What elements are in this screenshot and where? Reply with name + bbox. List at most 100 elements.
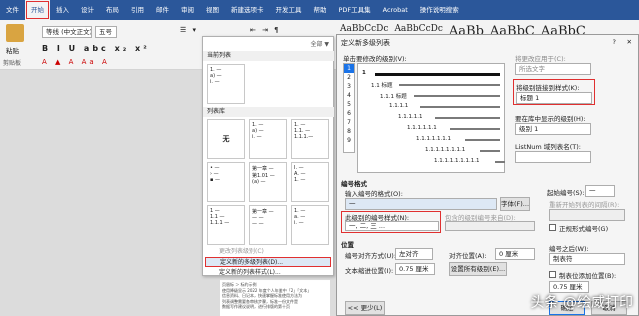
preview-label: 1.1.1.1.1.1 xyxy=(407,125,437,131)
current-list-header: 当前列表 xyxy=(203,51,334,61)
preview-line xyxy=(375,73,500,76)
tab-add-checkbox[interactable] xyxy=(549,271,556,278)
list-style-2[interactable]: 1. — a) — i. — xyxy=(249,119,287,159)
level-list[interactable]: 123456789 xyxy=(343,63,355,153)
bullets-icon[interactable]: ☰ ▾ xyxy=(180,26,198,34)
multilevel-list-menu: 全部 ▼ 当前列表 1. — a) — i. — 列表库 无 1. — a) — i. … xyxy=(202,36,334,276)
indent-icons[interactable]: ⇤ ⇥ ¶ xyxy=(250,26,281,34)
ribbon-tab[interactable]: 新建选项卡 xyxy=(225,0,270,20)
preview-label: 1.1.1.1 xyxy=(389,103,409,109)
level-item[interactable]: 8 xyxy=(344,127,354,136)
preview-label: 1 xyxy=(362,70,366,76)
aligned-at-field[interactable]: 0 厘米 xyxy=(495,248,535,260)
less-button[interactable]: << 更少(L) xyxy=(345,301,385,315)
link-style-label: 将级别链接到样式(K): xyxy=(516,84,580,92)
restart-select[interactable] xyxy=(549,209,625,221)
ribbon-tab[interactable]: 开发工具 xyxy=(270,0,308,20)
current-list-thumb[interactable]: 1. — a) — i. — xyxy=(207,64,245,104)
list-style-8[interactable]: 第一章 — — — — — xyxy=(249,205,287,245)
change-level-item[interactable]: 更改列表级别(C) xyxy=(205,247,331,257)
define-new-list-style-item[interactable]: 定义新的列表样式(L)... xyxy=(205,268,331,278)
number-style-select[interactable]: 一, 二, 三 ... xyxy=(345,221,439,231)
list-style-5[interactable]: 第一章 — 第1.01 — (a) — xyxy=(249,162,287,202)
document-line: 数据写作建议说明，进行排版的第十页 xyxy=(222,304,290,309)
level-item[interactable]: 3 xyxy=(344,82,354,91)
tab-add-label: 制表位添加位置(B): xyxy=(559,272,617,280)
font-color-buttons[interactable]: A ▲ A Aa A xyxy=(42,58,110,66)
list-none[interactable]: 无 xyxy=(207,119,245,159)
restart-label: 重新开始列表的间隔(R): xyxy=(549,201,620,209)
ribbon-tab[interactable]: 插入 xyxy=(50,0,75,20)
ribbon-tab[interactable]: 开始 xyxy=(25,0,50,20)
preview-line xyxy=(414,95,500,97)
ribbon-tab[interactable]: 审阅 xyxy=(175,0,200,20)
watermark: 头条 @绘威打印 xyxy=(530,295,633,311)
close-button[interactable]: ✕ xyxy=(627,38,632,46)
indent-label: 文本缩进位置(I): xyxy=(345,267,394,275)
include-level-select[interactable] xyxy=(445,221,535,231)
preview-label: 1.1 标题 xyxy=(371,83,393,89)
ribbon-tab[interactable]: 引用 xyxy=(125,0,150,20)
follow-select[interactable]: 制表符 xyxy=(549,253,625,265)
number-format-header: 编号格式 xyxy=(341,180,367,188)
gallery-level-select[interactable]: 级别 1 xyxy=(515,123,591,135)
preview-line xyxy=(435,117,500,119)
indent-field[interactable]: 0.75 厘米 xyxy=(395,263,435,275)
preview-line xyxy=(480,150,500,152)
preview-label: 1.1.1.1.1.1.1.1 xyxy=(425,147,466,153)
preview-label: 1.1.1.1.1 xyxy=(398,114,423,120)
preview-label: 1.1.1.1.1.1.1.1.1 xyxy=(434,158,480,164)
level-item[interactable]: 4 xyxy=(344,91,354,100)
level-item[interactable]: 7 xyxy=(344,118,354,127)
define-new-multilevel-item[interactable]: 定义新的多级列表(D)... xyxy=(205,257,331,267)
level-item[interactable]: 6 xyxy=(344,109,354,118)
alignment-select[interactable]: 左对齐 xyxy=(395,248,433,260)
font-size-box[interactable]: 五号 xyxy=(95,26,117,38)
level-item[interactable]: 5 xyxy=(344,100,354,109)
list-style-4[interactable]: • — › — ▪ — xyxy=(207,162,245,202)
listnum-field[interactable] xyxy=(515,151,591,163)
ribbon-tab[interactable]: 帮助 xyxy=(308,0,333,20)
level-item[interactable]: 1 xyxy=(344,64,354,73)
paste-icon[interactable] xyxy=(6,24,24,42)
ribbon-tab[interactable]: 设计 xyxy=(75,0,100,20)
ribbon-tab[interactable]: 操作说明搜索 xyxy=(414,0,465,20)
ribbon-tab[interactable]: Acrobat xyxy=(377,0,414,20)
position-header: 位置 xyxy=(341,241,354,249)
all-filter[interactable]: 全部 ▼ xyxy=(310,39,329,48)
font-button[interactable]: 字体(F)... xyxy=(500,197,530,211)
apply-to-select[interactable]: 所选文字 xyxy=(515,63,591,75)
start-at-label: 起始编号(S): xyxy=(547,189,585,197)
ribbon-tab-bar: 文件 开始 插入 设计 布局 引用 邮件 审阅 视图 新建选项卡 开发工具 帮助 PDF工具集 Acrob… xyxy=(0,0,639,20)
ribbon-tab[interactable]: 布局 xyxy=(100,0,125,20)
apply-to-label: 将更改应用于(C): xyxy=(515,55,566,63)
link-style-select[interactable]: 标题 1 xyxy=(516,92,592,104)
list-style-3[interactable]: 1. —1.1. —1.1.1.— xyxy=(291,119,329,159)
list-style-9[interactable]: 1. — a. — i. — xyxy=(291,205,329,245)
legal-checkbox[interactable] xyxy=(549,224,556,231)
listnum-label: ListNum 域列表名(T): xyxy=(515,143,581,151)
define-multilevel-dialog: 定义新多级列表 ? ✕ 单击要修改的级别(V): 123456789 1 1.1 … xyxy=(336,34,639,316)
enter-format-label: 输入编号的格式(O): xyxy=(345,190,403,198)
gallery-level-label: 要在库中显示的级别(H): xyxy=(515,115,586,123)
ribbon-tab[interactable]: 视图 xyxy=(200,0,225,20)
help-button[interactable]: ? xyxy=(613,38,616,46)
list-style-7[interactable]: 1 —1.1 —1.1.1 — xyxy=(207,205,245,245)
format-buttons[interactable]: B I U abc x₂ x² xyxy=(42,44,150,53)
paste-label[interactable]: 粘贴 xyxy=(6,45,19,55)
level-item[interactable]: 9 xyxy=(344,136,354,145)
follow-label: 编号之后(W): xyxy=(549,245,589,253)
ribbon-tab[interactable]: PDF工具集 xyxy=(333,0,377,20)
ribbon-tab[interactable]: 邮件 xyxy=(150,0,175,20)
list-style-6[interactable]: I. — A. —1. — xyxy=(291,162,329,202)
start-at-field[interactable]: 一 xyxy=(585,185,615,197)
level-preview: 1 1.1 标题 1.1.1 标题 1.1.1.1 1.1.1.1.1 1.1.1.1.1… xyxy=(357,63,505,173)
font-name-box[interactable]: 等线 (中文正文) xyxy=(42,26,92,38)
ribbon-tab[interactable]: 文件 xyxy=(0,0,25,20)
dialog-title: 定义新多级列表 xyxy=(341,39,390,47)
enter-format-field[interactable]: 一 xyxy=(345,198,497,210)
preview-label: 1.1.1.1.1.1.1 xyxy=(416,136,451,142)
set-all-levels-button[interactable]: 设置所有级别(E)... xyxy=(449,262,507,276)
level-item[interactable]: 2 xyxy=(344,73,354,82)
alignment-label: 编号对齐方式(U): xyxy=(345,252,397,260)
